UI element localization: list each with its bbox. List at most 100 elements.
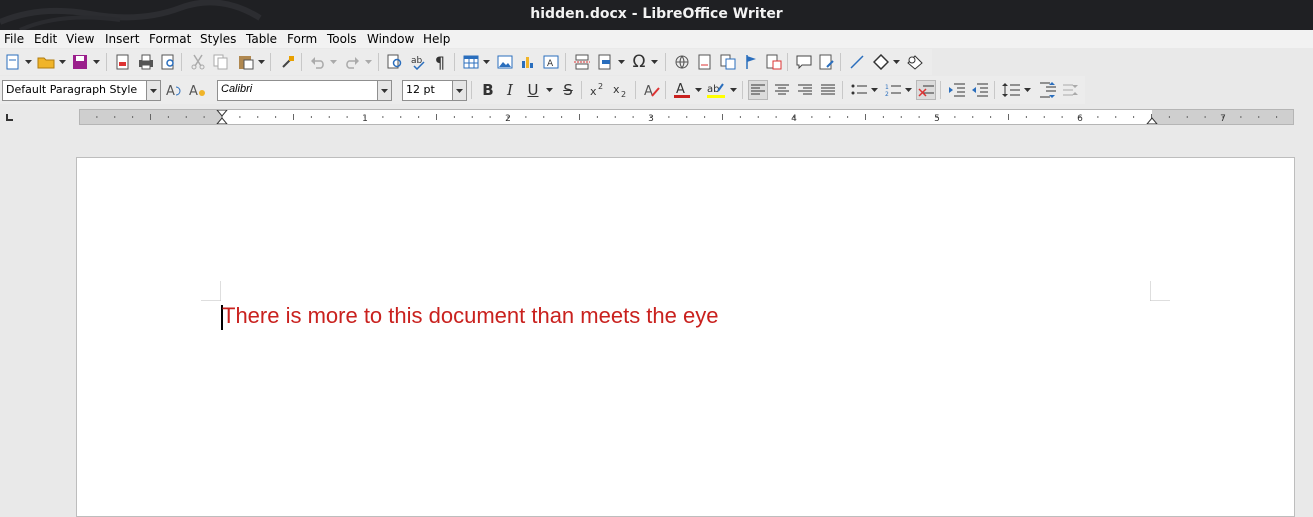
chevron-down-icon[interactable] <box>58 52 66 72</box>
new-style-icon[interactable]: A <box>188 80 208 100</box>
font-size-combobox[interactable]: 12 pt <box>402 80 467 101</box>
menu-tools[interactable]: Tools <box>327 32 357 46</box>
bold-icon[interactable]: B <box>478 80 498 100</box>
menu-styles[interactable]: Styles <box>200 32 236 46</box>
first-line-indent-marker[interactable] <box>216 110 228 117</box>
superscript-icon[interactable]: x2 <box>588 80 608 100</box>
insert-image-icon[interactable] <box>495 52 515 72</box>
unordered-list-icon[interactable] <box>849 80 869 100</box>
chevron-down-icon[interactable] <box>24 52 32 72</box>
font-color-icon[interactable]: A <box>672 80 692 100</box>
undo-icon[interactable] <box>308 52 328 72</box>
align-center-icon[interactable] <box>772 80 792 100</box>
separator <box>301 53 302 71</box>
increase-indent-icon[interactable] <box>947 80 967 100</box>
print-preview-icon[interactable] <box>159 52 179 72</box>
clone-formatting-icon[interactable] <box>278 52 298 72</box>
chevron-down-icon[interactable] <box>377 81 391 100</box>
chevron-down-icon[interactable] <box>92 52 100 72</box>
chevron-down-icon[interactable] <box>892 52 900 72</box>
menu-view[interactable]: View <box>66 32 94 46</box>
redo-icon[interactable] <box>342 52 362 72</box>
insert-text-box-icon[interactable]: A <box>541 52 561 72</box>
chevron-down-icon[interactable] <box>452 81 466 100</box>
horizontal-ruler[interactable]: 1 2 3 4 5 6 7 <box>79 109 1294 125</box>
print-icon[interactable] <box>136 52 156 72</box>
right-indent-marker[interactable] <box>1146 117 1158 124</box>
menu-edit[interactable]: Edit <box>34 32 57 46</box>
align-left-icon[interactable] <box>748 80 768 100</box>
menu-file[interactable]: File <box>4 32 24 46</box>
open-folder-icon[interactable] <box>36 52 56 72</box>
chevron-down-icon[interactable] <box>545 80 553 100</box>
increase-paragraph-spacing-icon[interactable] <box>1037 80 1057 100</box>
chevron-down-icon[interactable] <box>482 52 490 72</box>
formatting-marks-icon[interactable]: ¶ <box>430 52 450 72</box>
basic-shapes-icon[interactable] <box>871 52 891 72</box>
bookmark-icon[interactable] <box>741 52 761 72</box>
ordered-list-icon[interactable]: 12 <box>883 80 903 100</box>
chevron-down-icon[interactable] <box>694 80 702 100</box>
left-indent-marker[interactable] <box>216 117 228 124</box>
comment-icon[interactable] <box>794 52 814 72</box>
hyperlink-icon[interactable] <box>672 52 692 72</box>
separator <box>106 53 107 71</box>
menu-form[interactable]: Form <box>287 32 317 46</box>
special-character-icon[interactable]: Ω <box>629 52 649 72</box>
insert-line-icon[interactable] <box>847 52 867 72</box>
edit-comment-icon[interactable] <box>817 52 837 72</box>
save-icon[interactable] <box>70 52 90 72</box>
menu-insert[interactable]: Insert <box>105 32 139 46</box>
clear-formatting-icon[interactable]: A <box>642 80 662 100</box>
menu-window[interactable]: Window <box>367 32 414 46</box>
chevron-down-icon[interactable] <box>870 80 878 100</box>
strikethrough-icon[interactable]: S <box>558 80 578 100</box>
chevron-down-icon[interactable] <box>650 52 658 72</box>
paste-icon[interactable] <box>236 52 256 72</box>
decrease-indent-icon[interactable] <box>970 80 990 100</box>
underline-icon[interactable]: U <box>523 80 543 100</box>
highlight-color-icon[interactable]: ab <box>706 80 726 100</box>
export-pdf-icon[interactable] <box>113 52 133 72</box>
insert-table-icon[interactable] <box>461 52 481 72</box>
decrease-paragraph-spacing-icon[interactable] <box>1060 80 1080 100</box>
document-page[interactable]: There is more to this document than meet… <box>76 157 1295 517</box>
update-style-icon[interactable]: A <box>165 80 185 100</box>
subscript-icon[interactable]: x2 <box>611 80 631 100</box>
justify-icon[interactable] <box>818 80 838 100</box>
copy-icon[interactable] <box>211 52 231 72</box>
menu-format[interactable]: Format <box>149 32 191 46</box>
paragraph-style-combobox[interactable]: Default Paragraph Style <box>2 80 161 101</box>
spelling-icon[interactable]: ab <box>408 52 428 72</box>
align-right-icon[interactable] <box>795 80 815 100</box>
chevron-down-icon[interactable] <box>729 80 737 100</box>
document-paragraph[interactable]: There is more to this document than meet… <box>222 303 718 329</box>
draw-functions-icon[interactable] <box>905 52 925 72</box>
chevron-down-icon[interactable] <box>364 52 372 72</box>
no-list-icon[interactable] <box>916 80 936 100</box>
cut-icon[interactable] <box>188 52 208 72</box>
line-spacing-icon[interactable] <box>1001 80 1021 100</box>
new-document-icon[interactable] <box>3 52 23 72</box>
chevron-down-icon[interactable] <box>146 81 160 100</box>
chevron-down-icon[interactable] <box>617 52 625 72</box>
document-canvas[interactable]: There is more to this document than meet… <box>0 127 1313 517</box>
track-changes-icon[interactable] <box>764 52 784 72</box>
cross-reference-icon[interactable] <box>718 52 738 72</box>
chevron-down-icon[interactable] <box>329 52 337 72</box>
chevron-down-icon[interactable] <box>1023 80 1031 100</box>
tab-stop-selector[interactable] <box>6 114 13 121</box>
chevron-down-icon[interactable] <box>257 52 265 72</box>
insert-page-break-icon[interactable] <box>572 52 592 72</box>
menu-table[interactable]: Table <box>246 32 277 46</box>
font-name-combobox[interactable]: Calibri <box>217 80 392 101</box>
menu-help[interactable]: Help <box>423 32 450 46</box>
footnote-icon[interactable] <box>695 52 715 72</box>
chevron-down-icon[interactable] <box>904 80 912 100</box>
italic-icon[interactable]: I <box>500 80 520 100</box>
toolbar-empty-area <box>932 49 1313 75</box>
insert-field-icon[interactable] <box>596 52 616 72</box>
find-replace-icon[interactable] <box>385 52 405 72</box>
insert-chart-icon[interactable] <box>518 52 538 72</box>
separator <box>787 53 788 71</box>
